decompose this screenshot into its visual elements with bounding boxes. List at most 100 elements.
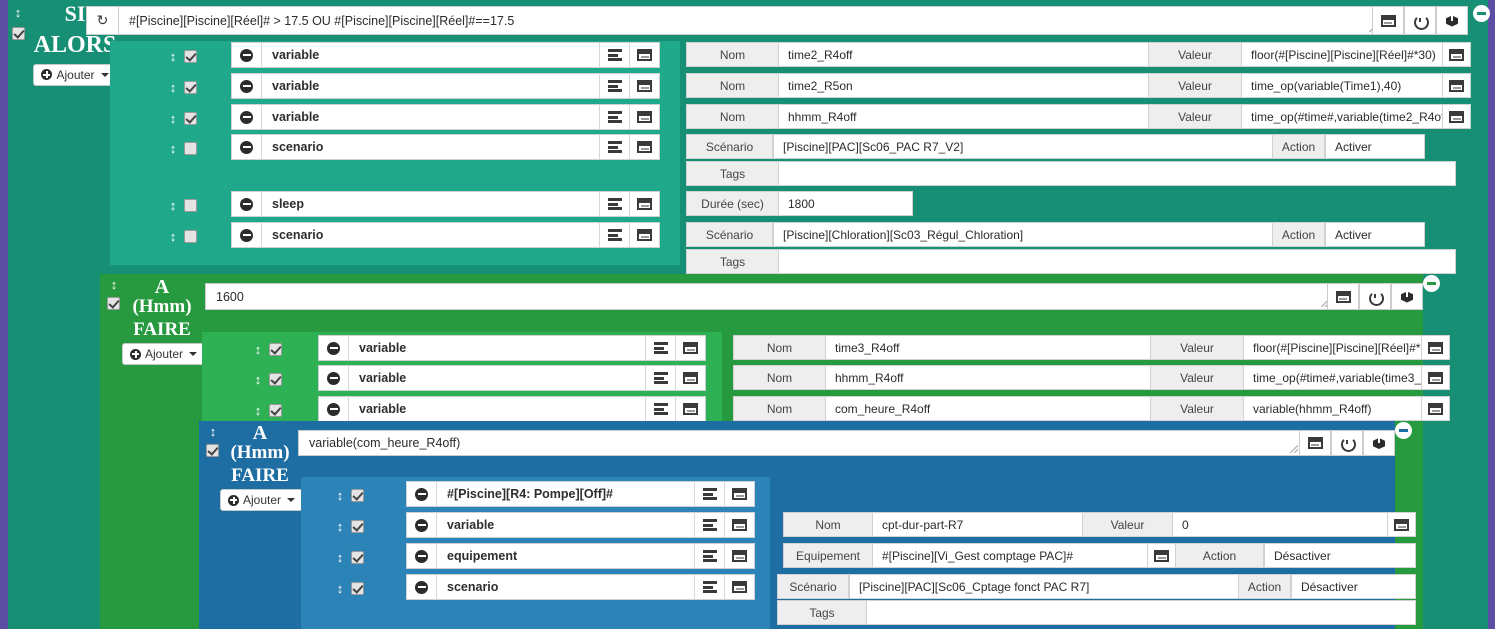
at-green-valeur-tool-3[interactable] [1422, 396, 1450, 421]
si-server-button-4[interactable] [599, 135, 629, 159]
at-blue-row-checkbox-2[interactable] [351, 519, 364, 533]
at-green-window-button[interactable] [1327, 283, 1359, 310]
si-nom-value-3[interactable]: hhmm_R4off [779, 104, 1149, 129]
si-action-select-6[interactable]: Activer [1325, 222, 1425, 247]
drag-handle-icon[interactable]: ↕ [106, 278, 122, 291]
at-blue-window-button-2[interactable] [724, 513, 754, 537]
si-server-button-1[interactable] [599, 43, 629, 67]
si-cube-button[interactable] [1436, 6, 1468, 35]
at-green-server-button-3[interactable] [645, 397, 675, 421]
si-valeur-tool-1[interactable] [1443, 42, 1471, 67]
at-green-nom-value-1[interactable]: time3_R4off [826, 335, 1151, 360]
drag-handle-icon[interactable]: ↕ [165, 112, 181, 125]
si-action-select-4[interactable]: Activer [1325, 134, 1425, 159]
at-green-nom-value-3[interactable]: com_heure_R4off [826, 396, 1151, 421]
si-row-checkbox-6[interactable] [184, 229, 197, 243]
at-green-remove-button-3[interactable] [319, 397, 349, 421]
at-blue-history-button[interactable] [1331, 430, 1363, 456]
si-valeur-value-2[interactable]: time_op(variable(Time1),40) [1242, 73, 1443, 98]
si-history-button[interactable] [1404, 6, 1436, 35]
si-server-button-5[interactable] [599, 192, 629, 216]
at-blue-cube-button[interactable] [1363, 430, 1395, 456]
at-blue-row-checkbox-1[interactable] [351, 488, 364, 502]
drag-handle-icon[interactable]: ↕ [332, 520, 348, 533]
drag-handle-icon[interactable]: ↕ [165, 142, 181, 155]
si-row-checkbox-4[interactable] [184, 141, 197, 155]
si-condition-input[interactable]: #[Piscine][Piscine][Réel]# > 17.5 OU #[P… [118, 6, 1380, 35]
at-blue-server-button-2[interactable] [694, 513, 724, 537]
drag-handle-icon[interactable]: ↕ [165, 230, 181, 243]
si-remove-button-6[interactable] [232, 223, 262, 247]
at-green-enabled-checkbox[interactable] [107, 297, 120, 310]
drag-handle-icon[interactable]: ↕ [332, 582, 348, 595]
at-green-cube-button[interactable] [1391, 283, 1423, 310]
si-scenario-select-6[interactable]: [Piscine][Chloration][Sc03_Régul_Chlorat… [773, 222, 1273, 247]
drag-handle-icon[interactable]: ↕ [332, 489, 348, 502]
at-blue-time-input[interactable]: variable(com_heure_R4off) [298, 430, 1300, 456]
at-green-nom-value-2[interactable]: hhmm_R4off [826, 365, 1151, 390]
at-blue-window-button-3[interactable] [724, 544, 754, 568]
at-blue-tags-value-4[interactable] [867, 600, 1416, 625]
si-remove-button-3[interactable] [232, 105, 262, 129]
at-green-row-checkbox-2[interactable] [269, 372, 282, 386]
si-scenario-select-4[interactable]: [Piscine][PAC][Sc06_PAC R7_V2] [773, 134, 1273, 159]
drag-handle-icon[interactable]: ↕ [205, 425, 221, 438]
at-blue-remove-button-4[interactable] [407, 575, 437, 599]
si-duration-value-5[interactable]: 1800 [779, 191, 913, 216]
at-green-window-button-2[interactable] [675, 366, 705, 390]
si-window-button-1[interactable] [629, 43, 659, 67]
si-refresh-button[interactable]: ↻ [86, 6, 118, 35]
si-window-button[interactable] [1372, 6, 1404, 35]
si-window-button-3[interactable] [629, 105, 659, 129]
at-blue-server-button-4[interactable] [694, 575, 724, 599]
si-valeur-tool-3[interactable] [1443, 104, 1471, 129]
si-nom-value-1[interactable]: time2_R4off [779, 42, 1149, 67]
at-blue-remove-button-2[interactable] [407, 513, 437, 537]
si-remove-button-2[interactable] [232, 74, 262, 98]
at-blue-collapse-button[interactable] [1395, 422, 1412, 439]
at-blue-window-button[interactable] [1299, 430, 1331, 456]
at-blue-action-select-4[interactable]: Désactiver [1291, 574, 1416, 599]
drag-handle-icon[interactable]: ↕ [250, 373, 266, 386]
si-remove-button-4[interactable] [232, 135, 262, 159]
si-nom-value-2[interactable]: time2_R5on [779, 73, 1149, 98]
at-blue-add-button[interactable]: Ajouter [220, 489, 304, 512]
si-row-checkbox-2[interactable] [184, 80, 197, 94]
drag-handle-icon[interactable]: ↕ [250, 404, 266, 417]
si-window-button-6[interactable] [629, 223, 659, 247]
at-blue-action-select-3[interactable]: Désactiver [1264, 543, 1416, 568]
si-window-button-5[interactable] [629, 192, 659, 216]
si-row-checkbox-5[interactable] [184, 198, 197, 212]
at-green-server-button-1[interactable] [645, 336, 675, 360]
at-green-row-checkbox-1[interactable] [269, 342, 282, 356]
drag-handle-icon[interactable]: ↕ [165, 50, 181, 63]
at-green-valeur-value-1[interactable]: floor(#[Piscine][Piscine][Réel]#*30)-525 [1244, 335, 1422, 360]
si-remove-button-5[interactable] [232, 192, 262, 216]
at-green-window-button-3[interactable] [675, 397, 705, 421]
at-blue-window-button-4[interactable] [724, 575, 754, 599]
at-blue-window-button-1[interactable] [724, 482, 754, 506]
at-blue-remove-button-1[interactable] [407, 482, 437, 506]
at-green-valeur-tool-1[interactable] [1422, 335, 1450, 360]
at-green-remove-button-1[interactable] [319, 336, 349, 360]
si-server-button-2[interactable] [599, 74, 629, 98]
at-green-row-checkbox-3[interactable] [269, 403, 282, 417]
at-blue-server-button-1[interactable] [694, 482, 724, 506]
at-green-window-button-1[interactable] [675, 336, 705, 360]
at-blue-scenario-select-4[interactable]: [Piscine][PAC][Sc06_Cptage fonct PAC R7] [849, 574, 1239, 599]
drag-handle-icon[interactable]: ↕ [165, 81, 181, 94]
at-blue-valeur-tool-2[interactable] [1388, 512, 1416, 537]
drag-handle-icon[interactable]: ↕ [10, 6, 26, 19]
at-green-remove-button-2[interactable] [319, 366, 349, 390]
at-green-valeur-value-2[interactable]: time_op(#time#,variable(time3_R4off)) [1244, 365, 1422, 390]
si-tags-value-4[interactable] [779, 161, 1456, 186]
at-green-time-input[interactable]: 1600 [205, 283, 1331, 310]
drag-handle-icon[interactable]: ↕ [165, 199, 181, 212]
at-blue-valeur-value-2[interactable]: 0 [1173, 512, 1388, 537]
si-window-button-4[interactable] [629, 135, 659, 159]
at-blue-equip-value-3[interactable]: #[Piscine][Vi_Gest comptage PAC]# [873, 543, 1148, 568]
si-window-button-2[interactable] [629, 74, 659, 98]
drag-handle-icon[interactable]: ↕ [332, 551, 348, 564]
at-blue-row-checkbox-4[interactable] [351, 581, 364, 595]
si-server-button-3[interactable] [599, 105, 629, 129]
